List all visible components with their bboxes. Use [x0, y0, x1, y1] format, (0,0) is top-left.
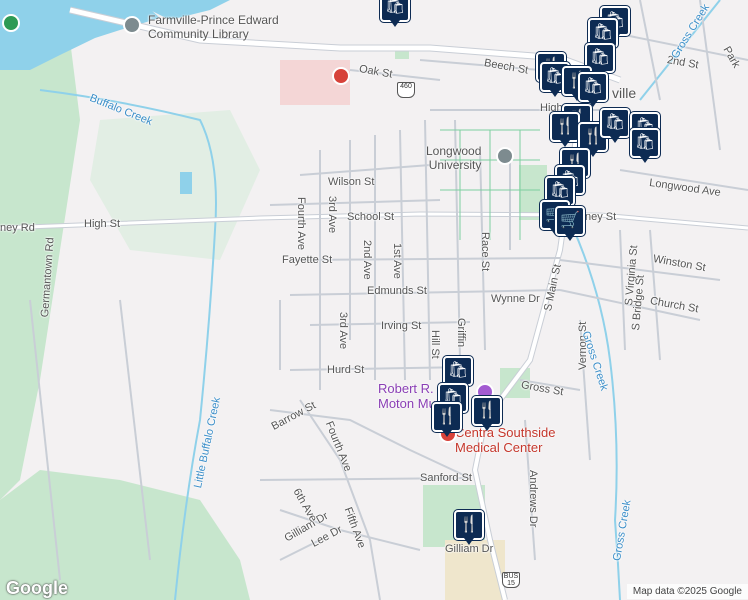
street-label-sanford-st: Sanford St: [420, 472, 472, 484]
town-label: ville: [612, 85, 637, 101]
street-label-2nd-ave: 2nd Ave: [361, 240, 373, 280]
street-label-hurd-st: Hurd St: [327, 364, 365, 376]
restaurant-marker[interactable]: 🍴: [454, 510, 484, 546]
shopping-cart-icon: 🛒: [555, 206, 585, 236]
shopping-cart-marker[interactable]: 🛒: [555, 206, 585, 242]
map-canvas[interactable]: ney Rd High St School St Wilson St Fayet…: [0, 0, 748, 600]
shopping-bag-marker[interactable]: 🛍: [578, 72, 608, 108]
gross-creek-line: [559, 199, 621, 600]
marker-tip: [442, 430, 452, 437]
marker-tip: [610, 136, 620, 143]
map-attribution[interactable]: Map data ©2025 Google: [626, 584, 748, 599]
restaurant-icon: 🍴: [454, 510, 484, 540]
bus-15-shield-num: 15: [507, 580, 515, 587]
restaurant-icon: 🍴: [472, 396, 502, 426]
poi-library-label: Farmville-Prince Edward Community Librar…: [148, 13, 279, 41]
marker-tip: [464, 538, 474, 545]
us-460-shield: 460: [397, 82, 415, 98]
bus-15-shield-top: BUS: [503, 573, 519, 580]
poi-medical-label: Centra Southside Medical Center: [455, 425, 556, 455]
marker-tip: [550, 90, 560, 97]
marker-tip: [640, 156, 650, 163]
bus-15-shield: BUS 15: [502, 572, 520, 588]
poi-university[interactable]: Longwood University: [426, 144, 481, 172]
street-label-fayette-st: Fayette St: [282, 254, 333, 266]
shopping-bag-icon: 🛍: [380, 0, 410, 22]
restaurant-marker[interactable]: 🍴: [550, 112, 580, 148]
street-label-andrews-dr: Andrews Dr: [527, 470, 539, 528]
shopping-bag-marker[interactable]: 🛍: [380, 0, 410, 28]
street-label-high-st: High St: [84, 218, 121, 230]
park-pin-icon[interactable]: [2, 14, 20, 32]
restaurant-marker[interactable]: 🍴: [472, 396, 502, 432]
poi-museum[interactable]: Robert R. Moton Mu: [378, 381, 436, 411]
street-label-3rd-ave-south: 3rd Ave: [337, 312, 349, 350]
street-label-1st-ave: 1st Ave: [391, 243, 403, 279]
poi-museum-label: Robert R. Moton Mu: [378, 381, 436, 411]
street-label-wynne-dr: Wynne Dr: [491, 293, 540, 305]
street-label-ney-rd: ney Rd: [0, 222, 35, 234]
street-label-3rd-ave: 3rd Ave: [326, 196, 338, 234]
park-central: [90, 110, 260, 260]
park-west: [0, 40, 80, 500]
restaurant-icon: 🍴: [550, 112, 580, 142]
street-label-hill-st: Hill St: [429, 330, 441, 359]
shopping-bag-icon: 🛍: [600, 108, 630, 138]
marker-tip: [482, 424, 492, 431]
shopping-bag-marker[interactable]: 🛍: [630, 128, 660, 164]
hospital-icon[interactable]: [332, 67, 350, 85]
street-label-race-st: Race St: [479, 232, 491, 272]
poi-university-label: Longwood University: [426, 144, 482, 172]
university-icon[interactable]: [496, 147, 514, 165]
marker-tip: [560, 140, 570, 147]
street-label-fourth-ave: Fourth Ave: [295, 197, 307, 250]
shopping-bag-marker[interactable]: 🛍: [600, 108, 630, 144]
library-icon[interactable]: [123, 16, 141, 34]
shopping-bag-icon: 🛍: [630, 128, 660, 158]
poi-library[interactable]: Farmville-Prince Edward Community Librar…: [148, 13, 279, 41]
shopping-bag-icon: 🛍: [443, 356, 473, 386]
restaurant-icon: 🍴: [432, 402, 462, 432]
google-logo: Google: [6, 578, 68, 598]
street-label-griffin: Griffin: [455, 318, 467, 348]
us-460-shield-label: 460: [400, 83, 412, 90]
street-label-wilson-st: Wilson St: [328, 176, 375, 188]
street-label-school-st: School St: [347, 211, 395, 223]
poi-farmville-fragment: ville: [612, 86, 636, 100]
pond: [180, 172, 192, 194]
shopping-bag-icon: 🛍: [578, 72, 608, 102]
street-label-irving-st: Irving St: [381, 320, 422, 332]
restaurant-marker[interactable]: 🍴: [432, 402, 462, 438]
marker-tip: [565, 234, 575, 241]
street-label-ney-st: ney St: [585, 211, 617, 223]
street-label-edmunds-st: Edmunds St: [367, 285, 427, 297]
poi-medical-center[interactable]: Centra Southside Medical Center: [455, 425, 555, 455]
marker-tip: [390, 20, 400, 27]
